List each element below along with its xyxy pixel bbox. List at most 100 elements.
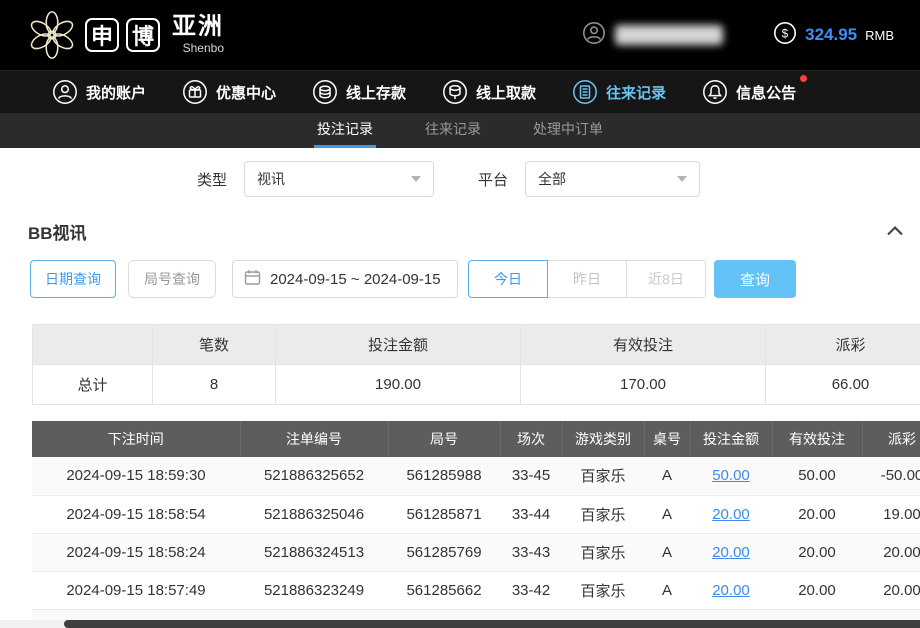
summary-table: 笔数 投注金额 有效投注 派彩 总计 8 190.00 170.00 66.00 — [32, 324, 920, 405]
calendar-icon — [244, 269, 261, 290]
date-range-value: 2024-09-15 ~ 2024-09-15 — [270, 271, 441, 288]
query-toolbar: 日期查询 局号查询 2024-09-15 ~ 2024-09-15 今日 昨日 … — [0, 254, 920, 304]
summary-total-row: 总计 8 190.00 170.00 66.00 — [33, 365, 920, 405]
cell-bet-time: 2024-09-15 18:59:30 — [32, 457, 240, 495]
nav-item-label: 优惠中心 — [216, 82, 276, 103]
top-header-bar: 申 博 亚洲 Shenbo $ 324.95 RMB — [0, 0, 920, 70]
cell-payout: 20.00 — [862, 571, 920, 609]
chevron-down-icon — [411, 176, 421, 182]
cell-table: A — [644, 533, 690, 571]
cell-bet-id: 521886323249 — [240, 571, 388, 609]
platform-select-value: 全部 — [538, 169, 566, 189]
yesterday-button[interactable]: 昨日 — [547, 260, 627, 298]
filter-row: 类型 视讯 平台 全部 — [0, 148, 920, 210]
search-button[interactable]: 查询 — [714, 260, 796, 298]
notification-badge-dot — [800, 75, 807, 82]
records-tab-bar: 投注记录 往来记录 处理中订单 — [0, 113, 920, 148]
bet-amount-link[interactable]: 20.00 — [712, 582, 750, 599]
nav-item-online-withdrawal[interactable]: 线上取款 — [442, 79, 536, 105]
balance-amount: 324.95 — [805, 25, 857, 45]
col-round: 局号 — [388, 421, 500, 457]
summary-col-blank — [33, 325, 153, 365]
nav-item-label: 信息公告 — [736, 82, 796, 103]
col-payout: 派彩 — [862, 421, 920, 457]
nav-item-transaction-records[interactable]: 往来记录 — [572, 79, 666, 105]
type-select[interactable]: 视讯 — [244, 161, 434, 197]
cell-round: 561285662 — [388, 571, 500, 609]
horizontal-scrollbar-thumb[interactable] — [64, 620, 920, 628]
gift-icon — [182, 79, 208, 105]
col-valid-bet: 有效投注 — [772, 421, 862, 457]
nav-item-my-account[interactable]: 我的账户 — [52, 79, 146, 105]
nav-item-promotions[interactable]: 优惠中心 — [182, 79, 276, 105]
cell-bet-time: 2024-09-15 18:58:54 — [32, 495, 240, 533]
announcement-bell-icon — [702, 79, 728, 105]
summary-payout-value: 66.00 — [766, 365, 920, 405]
logo-region-text: 亚洲 — [172, 15, 224, 39]
date-query-button[interactable]: 日期查询 — [30, 260, 116, 298]
cell-round: 561285769 — [388, 533, 500, 571]
cell-valid-bet: 20.00 — [772, 571, 862, 609]
today-button[interactable]: 今日 — [468, 260, 548, 298]
summary-col-valid-bet: 有效投注 — [521, 325, 766, 365]
round-query-button[interactable]: 局号查询 — [128, 260, 216, 298]
bet-amount-link[interactable]: 20.00 — [712, 506, 750, 523]
balance-currency: RMB — [865, 28, 894, 43]
balance-display[interactable]: $ 324.95 RMB — [773, 21, 894, 50]
chevron-down-icon — [677, 176, 687, 182]
cell-table: A — [644, 457, 690, 495]
cell-session: 33-45 — [500, 457, 562, 495]
platform-label: 平台 — [478, 169, 508, 190]
section-title: BB视讯 — [28, 219, 87, 244]
nav-item-label: 我的账户 — [86, 82, 146, 103]
type-label: 类型 — [197, 169, 227, 190]
col-session: 场次 — [500, 421, 562, 457]
cell-game-type: 百家乐 — [562, 495, 644, 533]
cell-table: A — [644, 571, 690, 609]
account-info[interactable] — [582, 21, 723, 50]
summary-col-bet-amount: 投注金额 — [276, 325, 521, 365]
user-icon — [52, 79, 78, 105]
section-header: BB视讯 — [0, 210, 920, 252]
tab-processing-orders[interactable]: 处理中订单 — [530, 113, 606, 148]
date-range-input[interactable]: 2024-09-15 ~ 2024-09-15 — [232, 260, 458, 298]
table-header-row: 下注时间 注单编号 局号 场次 游戏类别 桌号 投注金额 有效投注 派彩 — [32, 421, 920, 457]
col-game-type: 游戏类别 — [562, 421, 644, 457]
nav-item-label: 线上取款 — [476, 82, 536, 103]
bet-amount-link[interactable]: 20.00 — [712, 544, 750, 561]
bet-records-table: 下注时间 注单编号 局号 场次 游戏类别 桌号 投注金额 有效投注 派彩 202… — [32, 421, 920, 628]
summary-header-row: 笔数 投注金额 有效投注 派彩 — [33, 325, 920, 365]
bet-amount-link[interactable]: 50.00 — [712, 467, 750, 484]
cell-payout: -50.00 — [862, 457, 920, 495]
nav-item-online-deposit[interactable]: 线上存款 — [312, 79, 406, 105]
cell-valid-bet: 50.00 — [772, 457, 862, 495]
dollar-coin-icon: $ — [773, 21, 797, 50]
col-bet-time: 下注时间 — [32, 421, 240, 457]
quick-range-group: 今日 昨日 近8日 — [468, 260, 706, 298]
tab-transaction-records[interactable]: 往来记录 — [422, 113, 484, 148]
records-icon — [572, 79, 598, 105]
nav-item-announcements[interactable]: 信息公告 — [702, 79, 796, 105]
logo-char-box: 博 — [126, 18, 160, 52]
deposit-coins-icon — [312, 79, 338, 105]
tab-betting-records[interactable]: 投注记录 — [314, 113, 376, 148]
cell-game-type: 百家乐 — [562, 533, 644, 571]
collapse-section-button[interactable] — [886, 225, 904, 237]
cell-round: 561285988 — [388, 457, 500, 495]
platform-select[interactable]: 全部 — [525, 161, 700, 197]
cell-table: A — [644, 495, 690, 533]
cell-game-type: 百家乐 — [562, 571, 644, 609]
table-row: 2024-09-15 18:58:54 521886325046 5612858… — [32, 495, 920, 533]
table-row: 2024-09-15 18:59:30 521886325652 5612859… — [32, 457, 920, 495]
brand-logo[interactable]: 申 博 亚洲 Shenbo — [26, 9, 224, 61]
summary-col-count: 笔数 — [153, 325, 276, 365]
user-avatar-icon — [582, 21, 606, 50]
horizontal-scrollbar-track[interactable] — [0, 620, 920, 628]
cell-valid-bet: 20.00 — [772, 495, 862, 533]
nav-item-label: 线上存款 — [346, 82, 406, 103]
cell-bet-id: 521886325046 — [240, 495, 388, 533]
cell-session: 33-43 — [500, 533, 562, 571]
logo-char-box: 申 — [85, 18, 119, 52]
last-8-days-button[interactable]: 近8日 — [626, 260, 706, 298]
cell-bet-id: 521886325652 — [240, 457, 388, 495]
